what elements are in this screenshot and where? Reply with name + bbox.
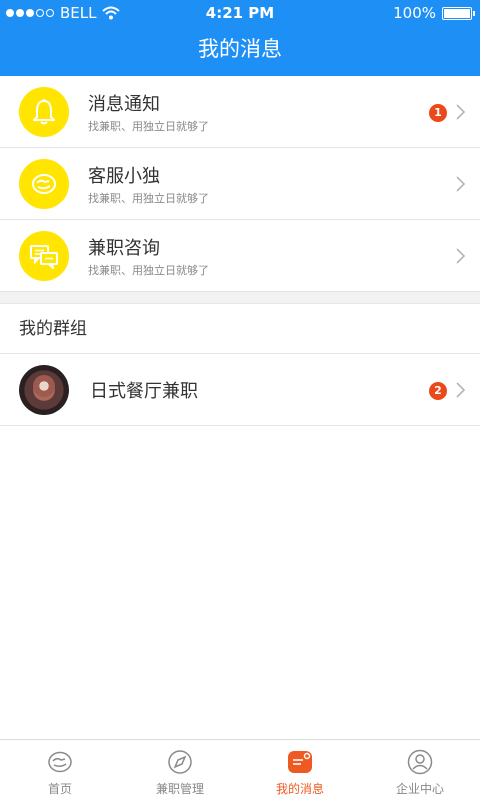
service-icon [19,159,69,209]
chevron-right-icon [456,176,466,192]
status-right: 100% [393,4,475,22]
group-avatar [19,365,69,415]
bell-icon [19,87,69,137]
home-icon [48,751,72,773]
row-subtitle: 找兼职、用独立日就够了 [88,264,209,277]
tab-home[interactable]: 首页 [0,740,120,800]
battery-percent: 100% [393,4,436,22]
section-divider [0,292,480,304]
group-row[interactable]: 日式餐厅兼职 2 [0,354,480,426]
row-title: 客服小独 [88,166,160,187]
compass-icon [168,750,192,774]
battery-icon [442,6,475,20]
unread-badge: 1 [429,104,447,122]
message-list: 消息通知 找兼职、用独立日就够了 1 客服小独 找兼职、用独立日就够了 兼职咨询… [0,76,480,426]
groups-section-title: 我的群组 [0,304,480,354]
tab-job-management[interactable]: 兼职管理 [120,740,240,800]
unread-badge: 2 [429,382,447,400]
row-title: 消息通知 [88,94,160,115]
status-bar: BELL 4:21 PM 100% [0,0,480,26]
page-title: 我的消息 [198,37,282,61]
tab-company-center[interactable]: 企业中心 [360,740,480,800]
tab-label: 我的消息 [275,782,324,796]
message-row-consult[interactable]: 兼职咨询 找兼职、用独立日就够了 [0,220,480,292]
tab-bar: 首页 兼职管理 我的消息 企业中心 [0,739,480,800]
tab-my-messages[interactable]: 我的消息 [240,740,360,800]
chevron-right-icon [456,248,466,264]
chevron-right-icon [456,382,466,398]
tab-label: 首页 [47,782,72,796]
tab-label: 企业中心 [395,782,444,796]
message-row-notifications[interactable]: 消息通知 找兼职、用独立日就够了 1 [0,76,480,148]
chat-bubbles-icon [19,231,69,281]
message-row-customer-service[interactable]: 客服小独 找兼职、用独立日就够了 [0,148,480,220]
group-title: 日式餐厅兼职 [90,381,198,402]
chevron-right-icon [456,104,466,120]
user-icon [407,749,433,775]
row-subtitle: 找兼职、用独立日就够了 [88,192,209,205]
tab-label: 兼职管理 [155,782,204,796]
row-title: 兼职咨询 [88,238,160,259]
message-icon [288,751,312,773]
row-subtitle: 找兼职、用独立日就够了 [88,120,209,133]
nav-header: 我的消息 [0,26,480,76]
